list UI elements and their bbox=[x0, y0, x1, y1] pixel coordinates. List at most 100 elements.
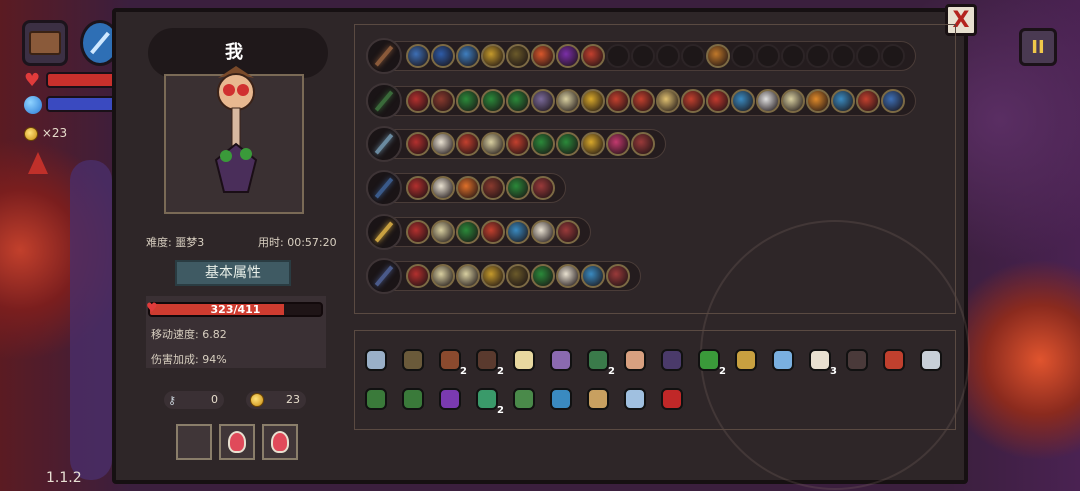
watch-icon[interactable] bbox=[917, 346, 945, 374]
spell-icon[interactable] bbox=[756, 89, 780, 113]
spell-icon[interactable] bbox=[431, 264, 455, 288]
wand-icon[interactable] bbox=[366, 126, 402, 162]
potion-slot[interactable] bbox=[219, 424, 255, 460]
empty-spell-slot[interactable] bbox=[781, 44, 805, 68]
spell-icon[interactable] bbox=[506, 176, 530, 200]
spell-icon[interactable] bbox=[681, 89, 705, 113]
pause-button[interactable]: II bbox=[1019, 28, 1057, 66]
spell-icon[interactable] bbox=[506, 44, 530, 68]
scroll-icon[interactable] bbox=[547, 346, 575, 374]
empty-spell-slot[interactable] bbox=[881, 44, 905, 68]
spell-icon[interactable] bbox=[656, 89, 680, 113]
spell-icon[interactable] bbox=[531, 89, 555, 113]
spell-icon[interactable] bbox=[531, 264, 555, 288]
spell-icon[interactable] bbox=[531, 44, 555, 68]
empty-spell-slot[interactable] bbox=[656, 44, 680, 68]
empty-spell-slot[interactable] bbox=[631, 44, 655, 68]
wings-icon[interactable] bbox=[769, 346, 797, 374]
spell-icon[interactable] bbox=[556, 132, 580, 156]
spell-icon[interactable] bbox=[406, 264, 430, 288]
spell-icon[interactable] bbox=[456, 220, 480, 244]
spell-icon[interactable] bbox=[506, 89, 530, 113]
egg-icon[interactable] bbox=[621, 346, 649, 374]
ring-icon[interactable] bbox=[547, 385, 575, 413]
lantern-icon[interactable] bbox=[732, 346, 760, 374]
spell-icon[interactable] bbox=[506, 132, 530, 156]
robe-icon[interactable] bbox=[658, 346, 686, 374]
wand-icon[interactable] bbox=[366, 170, 402, 206]
spell-icon[interactable] bbox=[781, 89, 805, 113]
spell-icon[interactable] bbox=[456, 176, 480, 200]
boot-icon[interactable] bbox=[362, 385, 390, 413]
spell-icon[interactable] bbox=[456, 44, 480, 68]
spell-icon[interactable] bbox=[481, 89, 505, 113]
hat-icon[interactable] bbox=[399, 385, 427, 413]
wand-icon[interactable] bbox=[366, 214, 402, 250]
cape-icon[interactable] bbox=[436, 385, 464, 413]
potion-slot-empty[interactable] bbox=[176, 424, 212, 460]
empty-spell-slot[interactable] bbox=[606, 44, 630, 68]
spell-icon[interactable] bbox=[431, 132, 455, 156]
spell-icon[interactable] bbox=[531, 176, 555, 200]
spell-icon[interactable] bbox=[406, 44, 430, 68]
spell-icon[interactable] bbox=[456, 89, 480, 113]
spell-icon[interactable] bbox=[706, 89, 730, 113]
spell-icon[interactable] bbox=[806, 89, 830, 113]
empty-spell-slot[interactable] bbox=[681, 44, 705, 68]
empty-spell-slot[interactable] bbox=[856, 44, 880, 68]
spell-icon[interactable] bbox=[481, 176, 505, 200]
spell-icon[interactable] bbox=[606, 89, 630, 113]
orb-icon[interactable] bbox=[658, 385, 686, 413]
spell-icon[interactable] bbox=[431, 220, 455, 244]
hourglass-icon[interactable] bbox=[584, 385, 612, 413]
spell-icon[interactable] bbox=[431, 44, 455, 68]
spell-icon[interactable] bbox=[706, 44, 730, 68]
spell-icon[interactable] bbox=[881, 89, 905, 113]
spell-icon[interactable] bbox=[456, 264, 480, 288]
wand-icon[interactable] bbox=[366, 38, 402, 74]
wand-icon[interactable] bbox=[366, 83, 402, 119]
spell-icon[interactable] bbox=[556, 44, 580, 68]
spell-icon[interactable] bbox=[631, 89, 655, 113]
spell-icon[interactable] bbox=[831, 89, 855, 113]
spell-icon[interactable] bbox=[581, 44, 605, 68]
spell-icon[interactable] bbox=[456, 132, 480, 156]
horn-icon[interactable] bbox=[399, 346, 427, 374]
spell-icon[interactable] bbox=[531, 220, 555, 244]
spell-icon[interactable] bbox=[606, 264, 630, 288]
spell-icon[interactable] bbox=[856, 89, 880, 113]
spell-icon[interactable] bbox=[506, 220, 530, 244]
spell-icon[interactable] bbox=[481, 220, 505, 244]
shield-icon[interactable] bbox=[362, 346, 390, 374]
spell-icon[interactable] bbox=[556, 264, 580, 288]
spell-icon[interactable] bbox=[731, 89, 755, 113]
empty-spell-slot[interactable] bbox=[756, 44, 780, 68]
spell-icon[interactable] bbox=[556, 89, 580, 113]
empty-spell-slot[interactable] bbox=[731, 44, 755, 68]
spell-icon[interactable] bbox=[581, 264, 605, 288]
empty-spell-slot[interactable] bbox=[806, 44, 830, 68]
spell-icon[interactable] bbox=[481, 44, 505, 68]
gear-icon[interactable] bbox=[510, 385, 538, 413]
spell-icon[interactable] bbox=[506, 264, 530, 288]
key-icon[interactable] bbox=[621, 385, 649, 413]
chest-slot[interactable] bbox=[22, 20, 68, 66]
spell-icon[interactable] bbox=[431, 176, 455, 200]
spell-icon[interactable] bbox=[481, 132, 505, 156]
potion-slot[interactable] bbox=[262, 424, 298, 460]
empty-spell-slot[interactable] bbox=[831, 44, 855, 68]
spell-icon[interactable] bbox=[581, 89, 605, 113]
spell-icon[interactable] bbox=[581, 132, 605, 156]
spell-icon[interactable] bbox=[556, 220, 580, 244]
spell-icon[interactable] bbox=[406, 176, 430, 200]
spell-icon[interactable] bbox=[406, 220, 430, 244]
spell-icon[interactable] bbox=[606, 132, 630, 156]
spell-icon[interactable] bbox=[431, 89, 455, 113]
spell-icon[interactable] bbox=[481, 264, 505, 288]
tooth-icon[interactable] bbox=[510, 346, 538, 374]
flame-icon[interactable] bbox=[880, 346, 908, 374]
wand-icon[interactable] bbox=[366, 258, 402, 294]
spider-icon[interactable] bbox=[843, 346, 871, 374]
spell-icon[interactable] bbox=[406, 132, 430, 156]
spell-icon[interactable] bbox=[406, 89, 430, 113]
